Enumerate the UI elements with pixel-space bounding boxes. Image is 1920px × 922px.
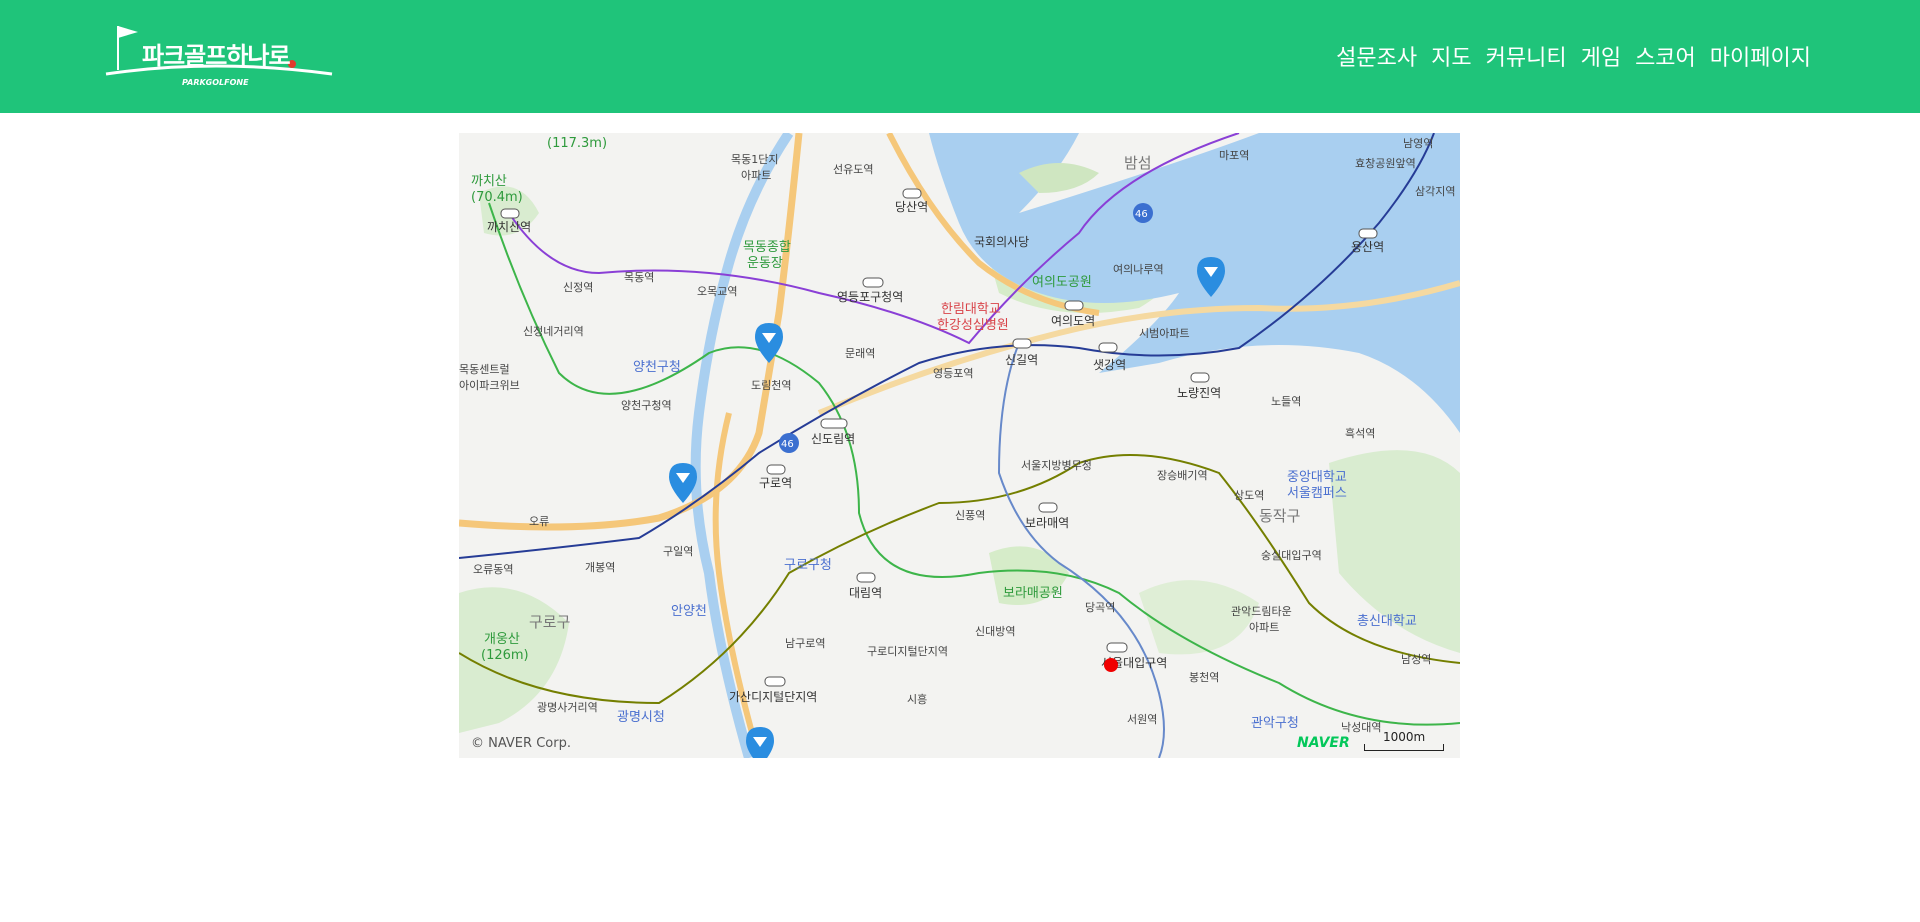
station-label[interactable]: 용산역: [1351, 240, 1384, 254]
station-label[interactable]: 마포역: [1219, 149, 1249, 162]
station-label[interactable]: 보라매역: [1025, 516, 1069, 530]
map-pin[interactable]: [746, 727, 774, 758]
station-label[interactable]: 흑석역: [1345, 426, 1375, 440]
station-label[interactable]: 당곡역: [1085, 601, 1115, 614]
label-gwangmyeong-office: 광명시청: [617, 710, 665, 725]
current-location-marker[interactable]: [1104, 658, 1118, 672]
station-label[interactable]: 여의나루역: [1113, 263, 1164, 276]
label-guro-gu: 구로구: [529, 613, 570, 631]
station-label[interactable]: 광명사거리역: [537, 701, 598, 714]
station-label[interactable]: 서원역: [1127, 713, 1157, 726]
label-gaeungsan: 개웅산: [484, 632, 520, 647]
station-label[interactable]: 구일역: [663, 544, 693, 558]
site-header: 파크골프하나로 PARKGOLFONE 설문조사 지도 커뮤니티 게임 스코어 …: [0, 0, 1920, 113]
station-label[interactable]: 까치산역: [487, 220, 531, 234]
station-label[interactable]: 신대방역: [975, 625, 1015, 638]
station-label[interactable]: 신정네거리역: [523, 325, 584, 338]
station-label[interactable]: 삼각지역: [1415, 185, 1455, 198]
map-scale-bar: [1364, 744, 1444, 751]
label-stadium2: 운동장: [747, 256, 783, 271]
map-canvas[interactable]: 밤섬 까치산 (70.4m) (117.3m) 개웅산 (126m) 구로구 동…: [459, 133, 1460, 758]
brand-subtitle: PARKGOLFONE: [182, 78, 249, 87]
station-label[interactable]: 오목교역: [697, 285, 737, 298]
station-label[interactable]: 신정역: [563, 281, 593, 294]
label-kkachisan-height: (70.4m): [471, 190, 523, 205]
label-boramae-park: 보라매공원: [1003, 586, 1063, 601]
station-label[interactable]: 낙성대역: [1341, 721, 1381, 734]
label-gwanak-office: 관악구청: [1251, 716, 1299, 731]
label-bamseom: 밤섬: [1124, 154, 1152, 172]
station-label[interactable]: 봉천역: [1189, 670, 1219, 684]
label-guro-office: 구로구청: [784, 558, 832, 573]
station-label[interactable]: 신도림역: [811, 432, 855, 446]
label-mokdong-apt2: 아파트: [741, 169, 771, 182]
station-label[interactable]: 장승배기역: [1157, 469, 1208, 482]
label-hospital2: 한강성심병원: [937, 318, 1009, 333]
label-gwanak-apt2: 아파트: [1249, 621, 1279, 634]
label-city-apt: 시범아파트: [1139, 327, 1190, 340]
station-label[interactable]: 숭실대입구역: [1261, 549, 1322, 562]
station-label[interactable]: 당산역: [895, 200, 928, 214]
label-chongshin: 총신대학교: [1357, 614, 1417, 629]
station-label[interactable]: 구로디지털단지역: [867, 645, 948, 658]
label-stadium: 목동종합: [743, 240, 791, 255]
station-label[interactable]: 목동역: [624, 271, 654, 284]
label-ic-siheung: 시흥: [907, 692, 927, 706]
station-label[interactable]: 남성역: [1401, 653, 1431, 666]
brand-name: 파크골프하나로: [142, 42, 291, 70]
station-label[interactable]: 신풍역: [955, 509, 985, 522]
station-label[interactable]: 영등포구청역: [837, 290, 903, 304]
station-label[interactable]: 샛강역: [1093, 358, 1126, 372]
station-label[interactable]: 신길역: [1005, 353, 1038, 367]
nav-game[interactable]: 게임: [1581, 40, 1621, 72]
label-mokdong-central: 목동센트럴: [459, 363, 510, 376]
label-dongjak-gu: 동작구: [1259, 507, 1300, 525]
station-label[interactable]: 영등포역: [933, 367, 973, 380]
station-label[interactable]: 대림역: [849, 586, 882, 600]
label-hospital: 한림대학교: [941, 302, 1001, 317]
label-ic-oryu: 오류: [529, 515, 549, 528]
label-gwanak-apt: 관악드림타운: [1231, 605, 1292, 618]
route-number: 46: [781, 439, 794, 450]
nav-mypage[interactable]: 마이페이지: [1710, 40, 1811, 72]
station-label[interactable]: 효창공원앞역: [1355, 157, 1416, 170]
station-label[interactable]: 선유도역: [833, 163, 873, 176]
station-label[interactable]: 상도역: [1234, 489, 1264, 502]
station-label[interactable]: 양천구청역: [621, 398, 672, 412]
label-cau: 중앙대학교: [1287, 470, 1347, 485]
label-yangcheon-office: 양천구청: [633, 360, 681, 375]
station-label[interactable]: 여의도역: [1051, 314, 1095, 328]
label-kkachisan: 까치산: [471, 174, 507, 189]
label-mokdong-apt: 목동1단지: [731, 153, 778, 166]
station-label[interactable]: 남영역: [1403, 137, 1433, 150]
main-nav: 설문조사 지도 커뮤니티 게임 스코어 마이페이지: [1336, 40, 1811, 72]
naver-map[interactable]: 밤섬 까치산 (70.4m) (117.3m) 개웅산 (126m) 구로구 동…: [459, 133, 1460, 758]
label-mountain-height: (117.3m): [547, 136, 607, 151]
route-number: 46: [1135, 209, 1148, 220]
label-gaeungsan-height: (126m): [481, 648, 529, 663]
station-label[interactable]: 오류동역: [473, 563, 513, 576]
label-yeouido-park: 여의도공원: [1032, 275, 1092, 290]
station-label[interactable]: 구로역: [759, 476, 792, 490]
station-label[interactable]: 개봉역: [585, 561, 615, 574]
label-anyangcheon: 안양천: [671, 604, 707, 619]
nav-map[interactable]: 지도: [1431, 40, 1471, 72]
map-scale-label: 1000m: [1383, 730, 1426, 744]
station-label[interactable]: 노량진역: [1177, 386, 1221, 400]
map-copyright: © NAVER Corp.: [471, 736, 571, 751]
nav-score[interactable]: 스코어: [1635, 40, 1696, 72]
station-label[interactable]: 가산디지털단지역: [729, 690, 817, 704]
label-national-assembly: 국회의사당: [974, 235, 1029, 249]
label-military: 서울지방병무청: [1021, 459, 1092, 472]
station-label[interactable]: 노들역: [1271, 395, 1301, 408]
label-mokdong-central2: 아이파크위브: [459, 379, 520, 392]
brand-logo[interactable]: 파크골프하나로 PARKGOLFONE: [104, 22, 334, 94]
label-cau2: 서울캠퍼스: [1287, 486, 1347, 501]
nav-community[interactable]: 커뮤니티: [1486, 40, 1567, 72]
station-label[interactable]: 도림천역: [751, 378, 791, 392]
station-label[interactable]: 문래역: [845, 347, 875, 360]
station-label[interactable]: 남구로역: [785, 637, 825, 650]
nav-survey[interactable]: 설문조사: [1336, 40, 1417, 72]
naver-logo[interactable]: NAVER: [1297, 735, 1350, 751]
